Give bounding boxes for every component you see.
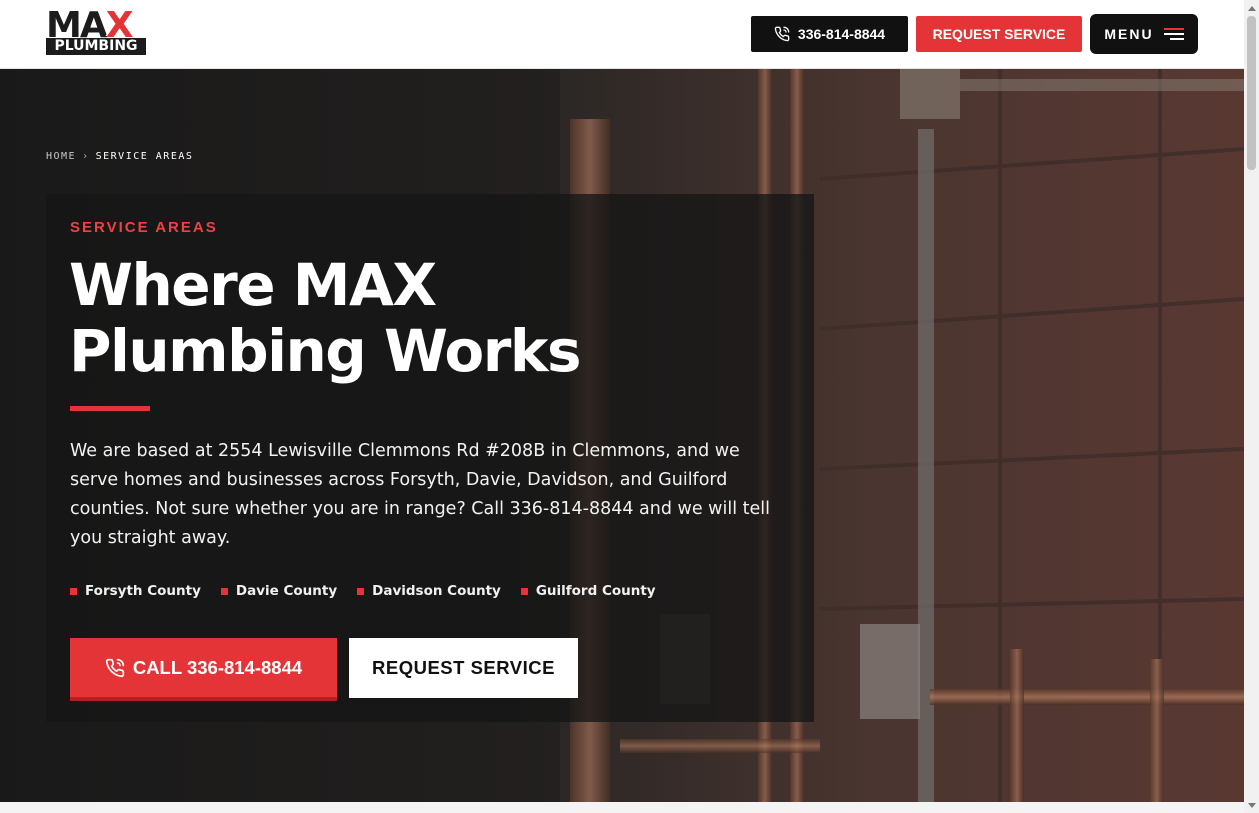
phone-icon — [105, 658, 124, 677]
header-phone-button[interactable]: 336-814-8844 — [751, 16, 908, 52]
header-phone-label: 336-814-8844 — [797, 26, 886, 42]
breadcrumb: HOME › SERVICE AREAS — [46, 151, 193, 162]
page-title: Where MAX Plumbing Works — [69, 251, 581, 385]
hero-eyebrow: SERVICE AREAS — [70, 219, 218, 236]
scroll-up-arrow-icon[interactable] — [1244, 0, 1259, 15]
county-label: Guilford County — [535, 583, 656, 599]
hero-section: HOME › SERVICE AREAS SERVICE AREAS Where… — [0, 69, 1244, 802]
bullet-square-icon — [520, 587, 528, 595]
scroll-down-arrow-icon[interactable] — [1244, 798, 1259, 813]
logo-subtitle: PLUMBING — [46, 38, 146, 55]
next-section-edge — [0, 802, 1244, 813]
menu-button[interactable]: MENU — [1090, 14, 1198, 54]
call-button-label: CALL 336-814-8844 — [132, 656, 303, 678]
header-request-service-button[interactable]: REQUEST SERVICE — [916, 16, 1082, 52]
page-scrollbar[interactable] — [1244, 0, 1259, 813]
scrollbar-thumb[interactable] — [1247, 16, 1256, 170]
site-header: MAX PLUMBING 336-814-8844 REQUEST SERVIC… — [0, 0, 1244, 69]
county-label: Forsyth County — [85, 583, 201, 599]
bullet-square-icon — [70, 587, 77, 595]
hamburger-icon — [1163, 28, 1184, 40]
county-item: Davie County — [220, 583, 338, 599]
county-item: Davidson County — [357, 583, 501, 599]
county-item: Guilford County — [520, 583, 656, 599]
site-logo[interactable]: MAX PLUMBING — [46, 8, 146, 57]
title-underline — [70, 406, 150, 411]
request-service-button[interactable]: REQUEST SERVICE — [349, 638, 578, 698]
hero-description: We are based at 2554 Lewisville Clemmons… — [70, 441, 770, 548]
phone-icon — [774, 26, 790, 42]
county-label: Davidson County — [372, 583, 501, 599]
menu-label: MENU — [1104, 26, 1154, 42]
breadcrumb-home-link[interactable]: HOME — [46, 151, 76, 162]
bullet-square-icon — [357, 587, 365, 595]
county-item: Forsyth County — [70, 583, 201, 599]
call-button[interactable]: CALL 336-814-8844 — [70, 638, 337, 701]
county-list: Forsyth County Davie County Davidson Cou… — [70, 583, 656, 599]
hero-content-panel: SERVICE AREAS Where MAX Plumbing Works W… — [46, 194, 814, 722]
breadcrumb-separator: › — [82, 151, 90, 162]
county-label: Davie County — [235, 583, 338, 599]
breadcrumb-current: SERVICE AREAS — [95, 151, 194, 162]
bullet-square-icon — [220, 587, 228, 595]
